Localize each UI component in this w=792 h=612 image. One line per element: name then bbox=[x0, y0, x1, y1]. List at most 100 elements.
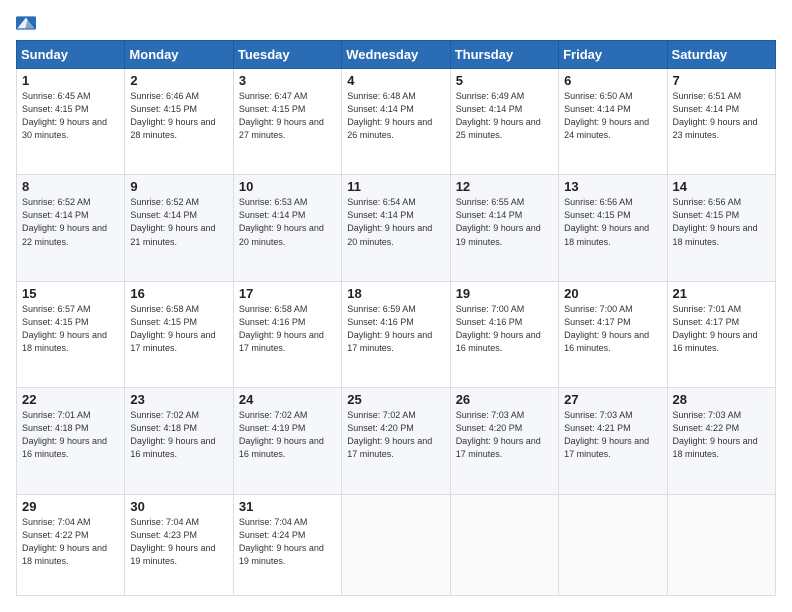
day-detail: Sunrise: 6:52 AMSunset: 4:14 PMDaylight:… bbox=[130, 196, 227, 248]
calendar-cell bbox=[559, 494, 667, 596]
day-number: 27 bbox=[564, 392, 661, 407]
calendar-cell: 28 Sunrise: 7:03 AMSunset: 4:22 PMDayligh… bbox=[667, 388, 775, 494]
day-detail: Sunrise: 6:57 AMSunset: 4:15 PMDaylight:… bbox=[22, 303, 119, 355]
day-detail: Sunrise: 7:01 AMSunset: 4:17 PMDaylight:… bbox=[673, 303, 770, 355]
day-number: 4 bbox=[347, 73, 444, 88]
day-number: 9 bbox=[130, 179, 227, 194]
calendar-cell: 24 Sunrise: 7:02 AMSunset: 4:19 PMDayligh… bbox=[233, 388, 341, 494]
calendar-cell: 18 Sunrise: 6:59 AMSunset: 4:16 PMDayligh… bbox=[342, 281, 450, 387]
weekday-header: Sunday bbox=[17, 41, 125, 69]
day-number: 3 bbox=[239, 73, 336, 88]
calendar-cell: 8 Sunrise: 6:52 AMSunset: 4:14 PMDaylight… bbox=[17, 175, 125, 281]
day-number: 19 bbox=[456, 286, 553, 301]
day-number: 14 bbox=[673, 179, 770, 194]
calendar-header-row: SundayMondayTuesdayWednesdayThursdayFrid… bbox=[17, 41, 776, 69]
day-detail: Sunrise: 6:59 AMSunset: 4:16 PMDaylight:… bbox=[347, 303, 444, 355]
day-detail: Sunrise: 6:55 AMSunset: 4:14 PMDaylight:… bbox=[456, 196, 553, 248]
day-detail: Sunrise: 7:03 AMSunset: 4:20 PMDaylight:… bbox=[456, 409, 553, 461]
day-detail: Sunrise: 6:45 AMSunset: 4:15 PMDaylight:… bbox=[22, 90, 119, 142]
calendar-week-row: 8 Sunrise: 6:52 AMSunset: 4:14 PMDaylight… bbox=[17, 175, 776, 281]
weekday-header: Tuesday bbox=[233, 41, 341, 69]
day-number: 29 bbox=[22, 499, 119, 514]
calendar-cell: 2 Sunrise: 6:46 AMSunset: 4:15 PMDaylight… bbox=[125, 69, 233, 175]
calendar-week-row: 15 Sunrise: 6:57 AMSunset: 4:15 PMDayligh… bbox=[17, 281, 776, 387]
calendar-cell: 4 Sunrise: 6:48 AMSunset: 4:14 PMDaylight… bbox=[342, 69, 450, 175]
day-detail: Sunrise: 7:04 AMSunset: 4:24 PMDaylight:… bbox=[239, 516, 336, 568]
calendar-cell: 17Sunrise: 6:58 AMSunset: 4:16 PMDayligh… bbox=[233, 281, 341, 387]
day-detail: Sunrise: 6:47 AMSunset: 4:15 PMDaylight:… bbox=[239, 90, 336, 142]
day-number: 7 bbox=[673, 73, 770, 88]
calendar-cell: 22Sunrise: 7:01 AMSunset: 4:18 PMDayligh… bbox=[17, 388, 125, 494]
day-number: 13 bbox=[564, 179, 661, 194]
calendar-cell: 13Sunrise: 6:56 AMSunset: 4:15 PMDayligh… bbox=[559, 175, 667, 281]
calendar-cell: 21 Sunrise: 7:01 AMSunset: 4:17 PMDayligh… bbox=[667, 281, 775, 387]
day-detail: Sunrise: 7:03 AMSunset: 4:22 PMDaylight:… bbox=[673, 409, 770, 461]
header bbox=[16, 16, 776, 30]
day-detail: Sunrise: 7:04 AMSunset: 4:22 PMDaylight:… bbox=[22, 516, 119, 568]
calendar-cell: 12 Sunrise: 6:55 AMSunset: 4:14 PMDayligh… bbox=[450, 175, 558, 281]
day-detail: Sunrise: 7:02 AMSunset: 4:19 PMDaylight:… bbox=[239, 409, 336, 461]
day-number: 30 bbox=[130, 499, 227, 514]
day-detail: Sunrise: 6:53 AMSunset: 4:14 PMDaylight:… bbox=[239, 196, 336, 248]
day-detail: Sunrise: 6:46 AMSunset: 4:15 PMDaylight:… bbox=[130, 90, 227, 142]
calendar-cell: 7 Sunrise: 6:51 AMSunset: 4:14 PMDaylight… bbox=[667, 69, 775, 175]
weekday-header: Wednesday bbox=[342, 41, 450, 69]
calendar-cell: 30 Sunrise: 7:04 AMSunset: 4:23 PMDayligh… bbox=[125, 494, 233, 596]
calendar-cell: 31Sunrise: 7:04 AMSunset: 4:24 PMDayligh… bbox=[233, 494, 341, 596]
calendar-cell: 6 Sunrise: 6:50 AMSunset: 4:14 PMDaylight… bbox=[559, 69, 667, 175]
day-number: 6 bbox=[564, 73, 661, 88]
day-number: 12 bbox=[456, 179, 553, 194]
day-number: 17 bbox=[239, 286, 336, 301]
calendar-cell: 9 Sunrise: 6:52 AMSunset: 4:14 PMDaylight… bbox=[125, 175, 233, 281]
day-detail: Sunrise: 7:00 AMSunset: 4:16 PMDaylight:… bbox=[456, 303, 553, 355]
calendar-cell: 23 Sunrise: 7:02 AMSunset: 4:18 PMDayligh… bbox=[125, 388, 233, 494]
weekday-header: Thursday bbox=[450, 41, 558, 69]
calendar-week-row: 22Sunrise: 7:01 AMSunset: 4:18 PMDayligh… bbox=[17, 388, 776, 494]
day-number: 23 bbox=[130, 392, 227, 407]
day-detail: Sunrise: 6:54 AMSunset: 4:14 PMDaylight:… bbox=[347, 196, 444, 248]
calendar-cell: 26Sunrise: 7:03 AMSunset: 4:20 PMDayligh… bbox=[450, 388, 558, 494]
day-number: 21 bbox=[673, 286, 770, 301]
calendar-cell: 16 Sunrise: 6:58 AMSunset: 4:15 PMDayligh… bbox=[125, 281, 233, 387]
day-number: 22 bbox=[22, 392, 119, 407]
calendar-cell bbox=[450, 494, 558, 596]
day-detail: Sunrise: 6:56 AMSunset: 4:15 PMDaylight:… bbox=[673, 196, 770, 248]
day-detail: Sunrise: 6:49 AMSunset: 4:14 PMDaylight:… bbox=[456, 90, 553, 142]
day-detail: Sunrise: 6:50 AMSunset: 4:14 PMDaylight:… bbox=[564, 90, 661, 142]
calendar-cell: 20Sunrise: 7:00 AMSunset: 4:17 PMDayligh… bbox=[559, 281, 667, 387]
day-detail: Sunrise: 6:52 AMSunset: 4:14 PMDaylight:… bbox=[22, 196, 119, 248]
calendar-cell: 19 Sunrise: 7:00 AMSunset: 4:16 PMDayligh… bbox=[450, 281, 558, 387]
calendar-cell: 10 Sunrise: 6:53 AMSunset: 4:14 PMDayligh… bbox=[233, 175, 341, 281]
calendar-cell bbox=[667, 494, 775, 596]
calendar-week-row: 29 Sunrise: 7:04 AMSunset: 4:22 PMDayligh… bbox=[17, 494, 776, 596]
page: SundayMondayTuesdayWednesdayThursdayFrid… bbox=[0, 0, 792, 612]
day-number: 1 bbox=[22, 73, 119, 88]
calendar-cell: 27 Sunrise: 7:03 AMSunset: 4:21 PMDayligh… bbox=[559, 388, 667, 494]
weekday-header: Saturday bbox=[667, 41, 775, 69]
day-number: 2 bbox=[130, 73, 227, 88]
calendar-week-row: 1 Sunrise: 6:45 AMSunset: 4:15 PMDaylight… bbox=[17, 69, 776, 175]
day-number: 11 bbox=[347, 179, 444, 194]
day-detail: Sunrise: 6:51 AMSunset: 4:14 PMDaylight:… bbox=[673, 90, 770, 142]
calendar-cell: 3 Sunrise: 6:47 AMSunset: 4:15 PMDaylight… bbox=[233, 69, 341, 175]
logo-icon bbox=[16, 16, 36, 30]
day-number: 28 bbox=[673, 392, 770, 407]
calendar-cell: 29 Sunrise: 7:04 AMSunset: 4:22 PMDayligh… bbox=[17, 494, 125, 596]
day-number: 10 bbox=[239, 179, 336, 194]
day-number: 8 bbox=[22, 179, 119, 194]
calendar-cell: 5 Sunrise: 6:49 AMSunset: 4:14 PMDaylight… bbox=[450, 69, 558, 175]
calendar-cell: 15 Sunrise: 6:57 AMSunset: 4:15 PMDayligh… bbox=[17, 281, 125, 387]
weekday-header: Monday bbox=[125, 41, 233, 69]
day-number: 5 bbox=[456, 73, 553, 88]
day-number: 18 bbox=[347, 286, 444, 301]
day-detail: Sunrise: 7:04 AMSunset: 4:23 PMDaylight:… bbox=[130, 516, 227, 568]
calendar-cell bbox=[342, 494, 450, 596]
day-detail: Sunrise: 6:58 AMSunset: 4:15 PMDaylight:… bbox=[130, 303, 227, 355]
day-number: 16 bbox=[130, 286, 227, 301]
calendar-cell: 11 Sunrise: 6:54 AMSunset: 4:14 PMDayligh… bbox=[342, 175, 450, 281]
day-detail: Sunrise: 7:02 AMSunset: 4:18 PMDaylight:… bbox=[130, 409, 227, 461]
day-number: 15 bbox=[22, 286, 119, 301]
day-detail: Sunrise: 7:03 AMSunset: 4:21 PMDaylight:… bbox=[564, 409, 661, 461]
day-number: 24 bbox=[239, 392, 336, 407]
day-detail: Sunrise: 6:48 AMSunset: 4:14 PMDaylight:… bbox=[347, 90, 444, 142]
